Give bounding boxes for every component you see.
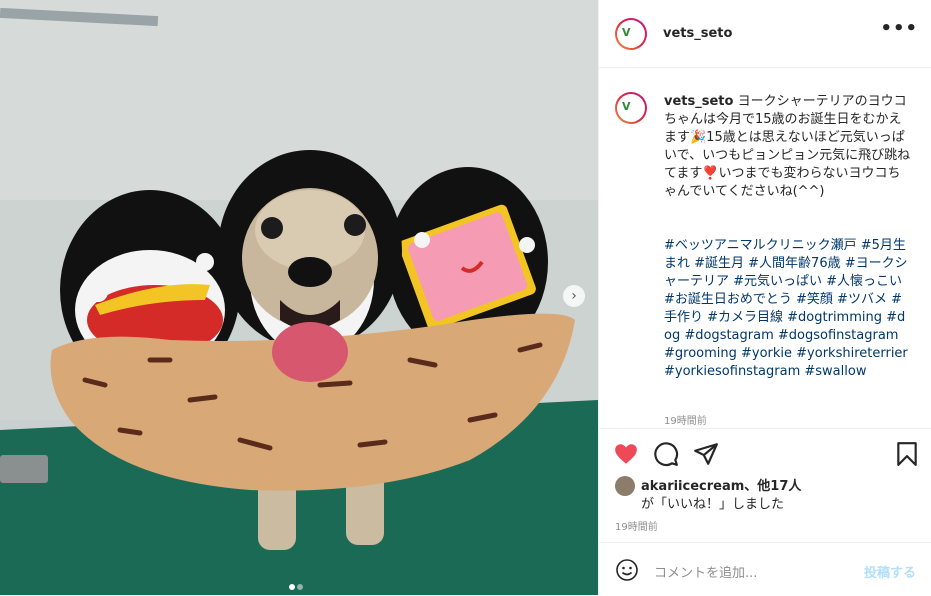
likes-count[interactable]: 、他17人 [744,479,801,494]
carousel-dot-active [289,584,295,590]
emoji-icon[interactable] [615,558,639,582]
post-header: V vets_seto ••• [599,0,931,68]
bookmark-icon[interactable] [894,441,920,467]
caption-text: ヨークシャーテリアのヨウコちゃんは今月で15歳のお誕生日をむかえます🎉15歳とは… [664,94,911,199]
clinic-logo: V [622,100,631,113]
post-photo[interactable]: › [0,0,598,595]
caption-username[interactable]: vets_seto [664,94,733,109]
post-timestamp: 19時間前 [615,522,658,533]
caption-timestamp: 19時間前 [664,416,707,427]
comment-bar: コメントを追加... 投稿する [599,542,931,596]
carousel-indicator [288,575,304,594]
comment-icon[interactable] [653,441,679,467]
clinic-logo: V [622,26,631,39]
post-caption: vets_seto ヨークシャーテリアのヨウコちゃんは今月で15歳のお誕生日をむ… [664,93,912,201]
heart-icon[interactable] [613,441,639,467]
instagram-post-view: › V vets_seto ••• V vets_seto ヨークシャーテリアの… [0,0,931,595]
header-username[interactable]: vets_seto [663,26,732,41]
post-hashtags[interactable]: #ベッツアニマルクリニック瀬戸 #5月生まれ #誕生月 #人間年齢76歳 #ヨー… [664,237,912,381]
more-options-button[interactable]: ••• [880,18,918,39]
dog-costume-photo [0,0,598,595]
carousel-next-button[interactable]: › [563,285,585,307]
chevron-right-icon: › [571,288,577,304]
carousel-dot [297,584,303,590]
avatar[interactable]: V [615,18,647,50]
post-details-pane: V vets_seto ••• V vets_seto ヨークシャーテリアのヨウ… [598,0,931,595]
likes-line1: akariicecream、他17人 [641,475,801,494]
likes-line2: が「いいね！」しました [641,497,785,512]
comment-input[interactable]: コメントを追加... [654,562,757,581]
post-comment-button[interactable]: 投稿する [864,562,916,581]
action-bar [599,428,931,481]
caption-avatar[interactable]: V [615,92,647,124]
share-icon[interactable] [693,441,719,467]
liker-username[interactable]: akariicecream [641,479,744,494]
liker-avatar[interactable] [615,476,635,496]
